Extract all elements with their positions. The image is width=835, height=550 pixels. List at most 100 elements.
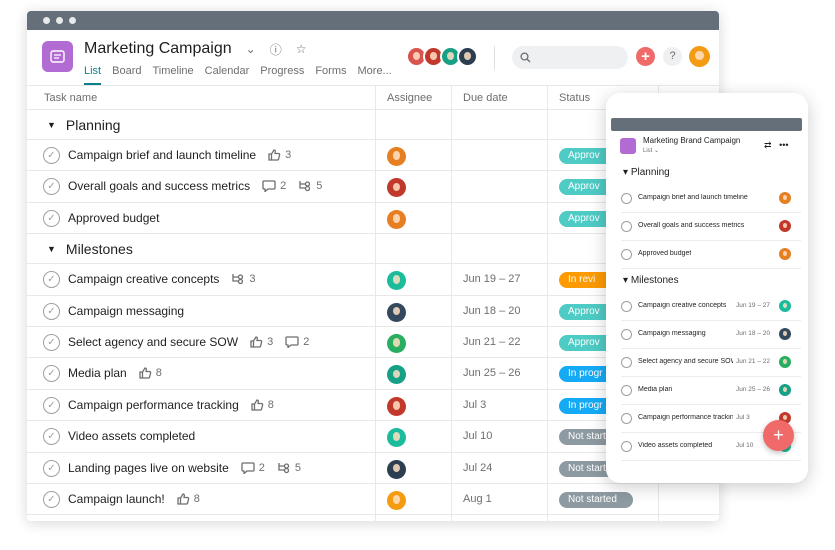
checkmark-icon[interactable]: ✓ [43, 459, 60, 477]
due-date[interactable]: Jun 25 – 26 [463, 367, 521, 379]
like-count[interactable]: 3 [268, 149, 291, 161]
window-dot-close[interactable] [43, 17, 50, 24]
add-task-button[interactable]: + [763, 420, 794, 451]
task-name[interactable]: Campaign brief and launch timeline [68, 148, 256, 162]
phone-section-header[interactable]: ▾ Milestones [623, 275, 679, 286]
phone-task-row[interactable]: Campaign creative concepts Jun 19 – 27 [621, 293, 801, 321]
checkmark-icon[interactable]: ✓ [43, 147, 60, 164]
checkmark-icon[interactable] [621, 221, 632, 232]
info-icon[interactable]: ⓘ [270, 41, 282, 58]
checkmark-icon[interactable] [621, 249, 632, 260]
caret-down-icon[interactable]: ▼ [47, 120, 56, 130]
assignee-avatar[interactable] [779, 328, 791, 340]
help-button[interactable]: ? [663, 47, 682, 66]
tab-progress[interactable]: Progress [260, 65, 304, 85]
phone-task-row[interactable]: Campaign brief and launch timeline [621, 185, 801, 213]
phone-task-row[interactable]: Overall goals and success metrics [621, 213, 801, 241]
user-avatar[interactable] [689, 46, 710, 67]
phone-task-row[interactable]: Campaign messaging Jun 18 – 20 [621, 321, 801, 349]
checkmark-icon[interactable]: ✓ [43, 490, 60, 508]
assignee-avatar[interactable] [387, 147, 406, 166]
caret-down-icon[interactable]: ▼ [47, 244, 56, 254]
due-date[interactable]: Jun 19 – 27 [463, 273, 521, 285]
due-date[interactable]: Jul 24 [463, 462, 492, 474]
like-count[interactable]: 3 [250, 336, 273, 348]
tab-forms[interactable]: Forms [315, 65, 346, 85]
list-icon[interactable] [620, 138, 636, 154]
assignee-avatar[interactable] [387, 302, 406, 322]
checkmark-icon[interactable] [621, 357, 632, 368]
like-count[interactable]: 8 [139, 367, 162, 379]
task-name[interactable]: Campaign performance tracking [68, 398, 239, 412]
column-assignee[interactable]: Assignee [387, 92, 432, 104]
task-name[interactable]: Campaign launch! [68, 492, 165, 506]
checkmark-icon[interactable] [621, 385, 632, 396]
more-icon[interactable]: ••• [779, 140, 788, 150]
phone-task-row[interactable]: Select agency and secure SOW Jun 21 – 22 [621, 349, 801, 377]
subtask-count[interactable]: 5 [298, 180, 322, 192]
checkmark-icon[interactable] [621, 441, 632, 452]
checkmark-icon[interactable]: ✓ [43, 428, 60, 446]
task-name[interactable]: Campaign creative concepts [68, 272, 219, 286]
status-badge[interactable]: Not started [559, 491, 633, 508]
filter-icon[interactable]: ⇄ [764, 140, 772, 150]
column-status[interactable]: Status [559, 92, 590, 104]
checkmark-icon[interactable] [621, 329, 632, 340]
list-icon[interactable] [42, 41, 73, 72]
due-date[interactable]: Jul 3 [463, 399, 486, 411]
assignee-avatar[interactable] [387, 459, 406, 479]
assignee-avatar[interactable] [779, 192, 791, 204]
task-name[interactable]: Video assets completed [68, 429, 195, 443]
table-row[interactable]: ✓ Campaign launch! 8 Aug 1 Not started [27, 484, 719, 516]
checkmark-icon[interactable] [621, 413, 632, 424]
task-name[interactable]: Select agency and secure SOW [68, 335, 238, 349]
comment-count[interactable]: 2 [262, 180, 286, 193]
tab-more[interactable]: More... [358, 65, 392, 85]
assignee-avatar[interactable] [387, 428, 406, 448]
member-avatar[interactable] [457, 46, 478, 67]
comment-count[interactable]: 2 [285, 336, 309, 348]
add-button[interactable]: + [636, 47, 655, 66]
checkmark-icon[interactable]: ✓ [43, 302, 60, 320]
subtask-count[interactable]: 3 [231, 273, 256, 285]
task-name[interactable]: Campaign messaging [68, 304, 184, 318]
window-dot-minimize[interactable] [56, 17, 63, 24]
like-count[interactable]: 8 [177, 493, 200, 505]
phone-view-selector[interactable]: List ⌄ [643, 147, 659, 154]
task-name[interactable]: Media plan [68, 366, 127, 380]
assignee-avatar[interactable] [779, 384, 791, 396]
like-count[interactable]: 8 [251, 399, 274, 411]
task-name[interactable]: Approved budget [68, 211, 159, 225]
project-members[interactable] [406, 46, 478, 67]
column-task-name[interactable]: Task name [44, 92, 97, 104]
checkmark-icon[interactable] [621, 193, 632, 204]
column-due-date[interactable]: Due date [463, 92, 508, 104]
comment-count[interactable]: 2 [241, 462, 265, 474]
checkmark-icon[interactable]: ✓ [43, 271, 60, 289]
subtask-count[interactable]: 5 [277, 462, 301, 474]
search-input[interactable] [512, 46, 628, 69]
window-dot-zoom[interactable] [69, 17, 76, 24]
assignee-avatar[interactable] [779, 356, 791, 368]
phone-task-row[interactable]: Media plan Jun 25 – 26 [621, 377, 801, 405]
assignee-avatar[interactable] [387, 333, 406, 353]
checkmark-icon[interactable]: ✓ [43, 178, 60, 196]
checkmark-icon[interactable]: ✓ [43, 396, 60, 414]
task-name[interactable]: Overall goals and success metrics [68, 179, 250, 193]
assignee-avatar[interactable] [387, 209, 406, 229]
assignee-avatar[interactable] [779, 220, 791, 232]
assignee-avatar[interactable] [779, 300, 791, 312]
due-date[interactable]: Jun 18 – 20 [463, 305, 521, 317]
phone-section-header[interactable]: ▾ Planning [623, 167, 670, 178]
checkmark-icon[interactable]: ✓ [43, 365, 60, 383]
tab-timeline[interactable]: Timeline [152, 65, 193, 85]
due-date[interactable]: Jun 21 – 22 [463, 336, 521, 348]
checkmark-icon[interactable]: ✓ [43, 333, 60, 351]
tab-calendar[interactable]: Calendar [205, 65, 250, 85]
tab-list[interactable]: List [84, 65, 102, 85]
tab-board[interactable]: Board [112, 65, 141, 85]
due-date[interactable]: Jul 10 [463, 430, 492, 442]
task-name[interactable]: Landing pages live on website [68, 461, 229, 475]
chevron-down-icon[interactable]: ⌄ [246, 42, 256, 56]
assignee-avatar[interactable] [387, 396, 406, 416]
